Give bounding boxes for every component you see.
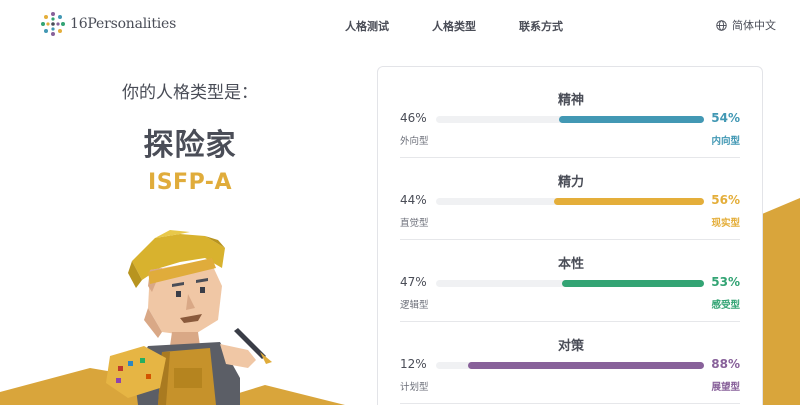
trait-bar-fill: [468, 362, 704, 369]
trait-title: 精力: [557, 175, 584, 190]
trait-title: 精神: [557, 93, 584, 108]
trait-tactics: 对策 12% 88% 计划型 展望型: [378, 313, 764, 395]
trait-bar-track: [436, 116, 704, 123]
trait-right-percent: 88%: [711, 357, 740, 371]
trait-left-label: 逻辑型: [400, 300, 429, 311]
trait-right-label: 内向型: [711, 136, 740, 147]
nav-item-personality-types[interactable]: 人格类型: [432, 18, 476, 34]
trait-energy: 精力 44% 56% 直觉型 现实型: [378, 149, 764, 231]
site-header: 16Personalities 人格测试 人格类型 联系方式 简体中文: [0, 0, 800, 50]
trait-right-percent: 56%: [711, 193, 740, 207]
result-label: 你的人格类型是：: [122, 83, 258, 103]
trait-mind: 精神 46% 54% 外向型 内向型: [378, 67, 764, 149]
trait-right-label: 展望型: [711, 382, 740, 393]
globe-icon: [716, 19, 727, 31]
trait-right-label: 现实型: [711, 218, 740, 229]
trait-bar-fill: [559, 116, 704, 123]
language-selector[interactable]: 简体中文: [716, 17, 776, 33]
personality-type-name: 探险家: [143, 128, 237, 163]
trait-bar-fill: [553, 198, 704, 205]
divider: [400, 403, 740, 404]
trait-bar-fill: [561, 280, 704, 287]
trait-left-percent: 47%: [400, 275, 427, 289]
trait-nature: 本性 47% 53% 逻辑型 感受型: [378, 231, 764, 313]
trait-left-percent: 44%: [400, 193, 427, 207]
trait-right-percent: 53%: [711, 275, 740, 289]
trait-bar-track: [436, 198, 704, 205]
logo-text: 16Personalities: [70, 16, 177, 32]
trait-title: 对策: [557, 339, 584, 354]
16personalities-logo-icon: [41, 12, 65, 36]
traits-card: 精神 46% 54% 外向型 内向型 精力 44% 56% 直觉型 现实型 本性…: [377, 66, 763, 405]
trait-left-label: 直觉型: [400, 218, 429, 229]
trait-right-label: 感受型: [711, 300, 740, 311]
logo[interactable]: 16Personalities: [40, 11, 176, 37]
language-label: 简体中文: [732, 19, 776, 32]
nav-item-personality-test[interactable]: 人格测试: [345, 18, 389, 34]
adventurer-avatar-illustration: [106, 230, 272, 405]
nav-item-contact[interactable]: 联系方式: [519, 18, 563, 34]
trait-bar-track: [436, 362, 704, 369]
trait-title: 本性: [557, 257, 584, 272]
trait-left-label: 外向型: [400, 136, 429, 147]
trait-bar-track: [436, 280, 704, 287]
trait-left-percent: 46%: [400, 111, 427, 125]
trait-left-label: 计划型: [400, 382, 429, 393]
personality-type-code: ISFP-A: [148, 170, 232, 195]
trait-left-percent: 12%: [400, 357, 427, 371]
trait-right-percent: 54%: [711, 111, 740, 125]
